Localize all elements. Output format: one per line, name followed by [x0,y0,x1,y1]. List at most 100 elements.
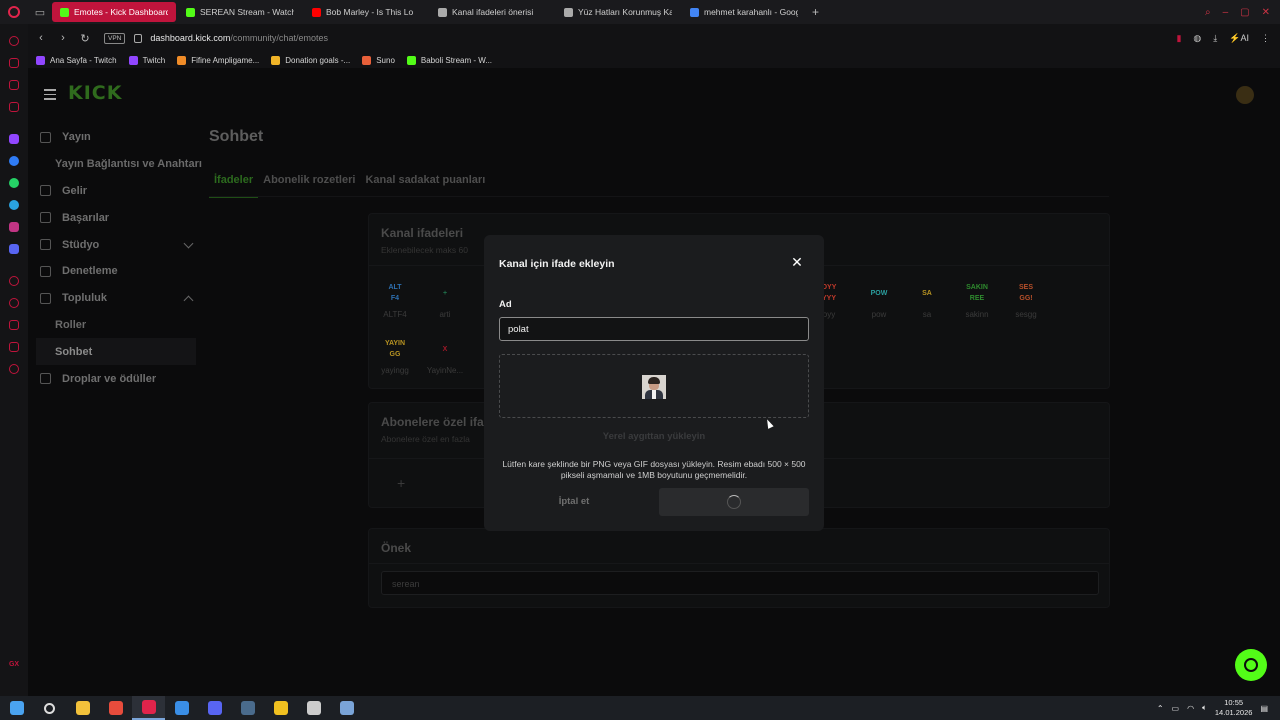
app-yellow-taskbar-icon[interactable] [264,696,297,720]
browser-tab-bar: ▭ Emotes - Kick Dashboard SEREAN Stream -… [0,0,1280,24]
bookmark-favicon-icon [271,55,281,65]
gx-logo-icon: GX [8,661,20,668]
tab-island-icon[interactable]: ▭ [28,0,52,24]
notifications-icon[interactable]: ▤ [1260,704,1268,713]
file-explorer-taskbar-icon[interactable] [66,696,99,720]
wifi-icon[interactable]: ◠ [1187,704,1194,713]
url-field[interactable]: dashboard.kick.com/community/chat/emotes [150,33,328,43]
forward-icon[interactable]: › [54,32,72,44]
emote-preview-image [642,375,666,399]
tab-label: Yüz Hatları Korunmuş Kar [578,7,672,17]
browser-tab[interactable]: Bob Marley - Is This Lo [304,2,428,22]
profile-icon[interactable]: ◍ [1193,33,1201,44]
windows-taskbar: ⌃ ▭ ◠ 🔈︎ 10:55 14.01.2026 ▤ [0,696,1280,720]
submit-button[interactable] [659,488,809,516]
player-icon[interactable] [9,276,19,286]
messenger-icon[interactable] [9,156,19,166]
close-icon[interactable]: ✕ [790,255,804,269]
opera-sidebar: GX [0,24,28,696]
twitch-icon[interactable] [9,134,19,144]
back-icon[interactable]: ‹ [32,32,50,44]
telegram-icon[interactable] [9,200,19,210]
cancel-button[interactable]: İptal et [499,488,649,516]
tab-label: mehmet karahanlı - Googl [704,7,798,17]
clock[interactable]: 10:55 14.01.2026 [1215,698,1253,718]
bookmark-favicon-icon [362,55,372,65]
app-misc-taskbar-icon[interactable] [330,696,363,720]
bookmark-item[interactable]: Twitch [128,55,165,65]
downloads-side-icon[interactable] [9,320,19,330]
gx-control-icon[interactable] [9,58,19,68]
browser-tab[interactable]: mehmet karahanlı - Googl [682,2,806,22]
gx-corner-icon[interactable] [9,80,19,90]
tab-label: Emotes - Kick Dashboard [74,7,168,17]
menu-icon[interactable]: ⋮ [1261,33,1270,44]
bookmarks-bar: Ana Sayfa - Twitch Twitch Fifine Ampligame… [28,52,1280,68]
image-dropzone[interactable] [499,354,809,418]
extensions-icon[interactable] [9,342,19,352]
ai-label: AI [1240,32,1249,43]
headset-icon [1244,658,1258,672]
reload-icon[interactable]: ↻ [76,32,94,45]
ai-button[interactable]: ⚡AI [1229,33,1249,44]
close-window-icon[interactable]: ✕ [1262,7,1270,18]
bookmark-favicon-icon [36,55,45,65]
browser-tab[interactable]: Emotes - Kick Dashboard [52,2,176,22]
obs-taskbar-icon[interactable] [297,696,330,720]
browser-tab[interactable]: Yüz Hatları Korunmuş Kar [556,2,680,22]
bookmark-label: Baboli Stream - W... [420,55,493,65]
loading-spinner-icon [727,495,741,509]
speed-dial-icon[interactable] [9,36,19,46]
chrome-taskbar-icon[interactable] [99,696,132,720]
bookmark-item[interactable]: Ana Sayfa - Twitch [36,55,117,65]
discord-icon[interactable] [9,244,19,254]
history-icon[interactable] [9,298,19,308]
settings-icon[interactable] [9,364,19,374]
bookmark-item[interactable]: Fifine Ampligame... [177,55,259,65]
maximize-icon[interactable]: ▢ [1240,7,1249,18]
emote-name-input[interactable] [499,317,809,341]
search-taskbar-icon[interactable] [33,696,66,720]
snapshot-icon[interactable]: ▮ [1176,33,1181,44]
opera-gx-taskbar-icon[interactable] [132,696,165,720]
bookmark-favicon-icon [406,55,416,65]
lock-icon[interactable] [134,33,143,43]
new-tab-button[interactable]: + [812,5,819,19]
whatsapp-icon[interactable] [9,178,19,188]
volume-icon[interactable]: 🔈︎ [1202,703,1207,713]
help-chat-button[interactable] [1235,649,1267,681]
bookmark-item[interactable]: Suno [362,55,395,65]
bookmark-item[interactable]: Donation goals -... [271,55,350,65]
discord-taskbar-icon[interactable] [198,696,231,720]
upload-local-link[interactable]: Yerel aygıttan yükleyin [484,431,824,442]
opera-logo-icon[interactable] [0,0,28,24]
network-icon[interactable]: ▭ [1172,704,1180,713]
bookmark-label: Suno [376,55,395,65]
kick-dashboard-page: KICK Yayın Yayın Bağlantısı ve Anahtarı Ge… [28,68,1280,696]
add-emote-modal: Kanal için ifade ekleyin ✕ Ad Yerel aygı… [484,235,824,531]
browser-tab[interactable]: SEREAN Stream - Watch L [178,2,302,22]
url-domain: dashboard.kick.com [150,33,231,43]
download-icon[interactable]: ⤓ [1213,33,1217,44]
instagram-icon[interactable] [9,222,19,232]
search-tabs-icon[interactable]: ⌕ [1205,7,1211,18]
name-label: Ad [499,299,512,310]
windows-start-taskbar-icon[interactable] [0,696,33,720]
tab-favicon-icon [438,7,447,17]
bookmark-item[interactable]: Baboli Stream - W... [406,55,493,65]
steam-taskbar-icon[interactable] [231,696,264,720]
tab-label: Bob Marley - Is This Lo [326,7,414,17]
app-blue-taskbar-icon[interactable] [165,696,198,720]
browser-tab[interactable]: Kanal ifadeleri önerisi [430,2,554,22]
tab-favicon-icon [312,7,321,17]
upload-help-text: Lütfen kare şeklinde bir PNG veya GIF do… [502,459,806,480]
tab-label: Kanal ifadeleri önerisi [452,7,534,17]
vpn-badge[interactable]: VPN [104,32,126,44]
gx-mail-icon[interactable] [9,102,19,112]
bookmark-favicon-icon [128,55,138,65]
tray-chevron-icon[interactable]: ⌃ [1157,704,1164,713]
minimize-icon[interactable]: – [1223,7,1229,18]
address-bar: ‹ › ↻ VPN dashboard.kick.com/community/c… [28,24,1280,52]
system-tray: ⌃ ▭ ◠ 🔈︎ 10:55 14.01.2026 ▤ [1157,698,1280,718]
url-path: /community/chat/emotes [230,33,328,43]
